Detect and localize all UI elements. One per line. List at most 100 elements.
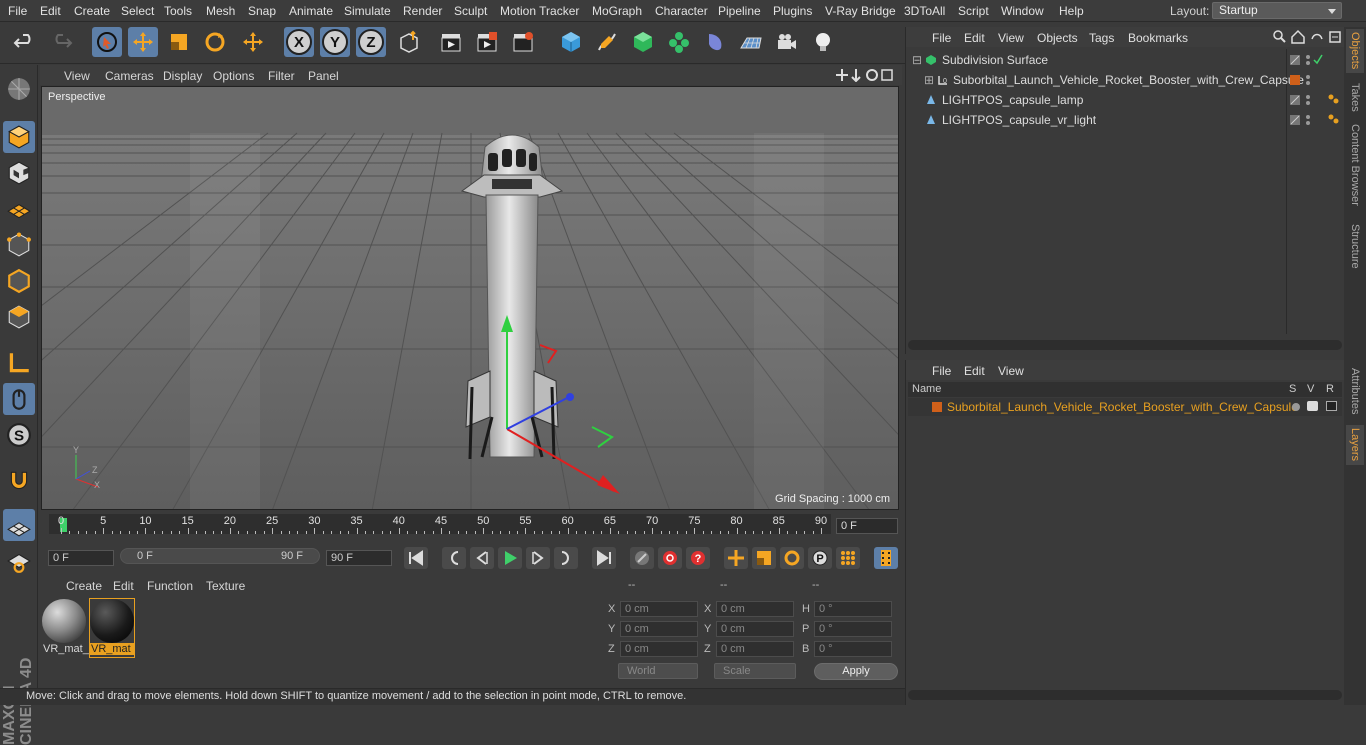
viewport-camera-label[interactable]: Perspective: [45, 90, 109, 104]
workplane-mode-button[interactable]: [3, 193, 35, 225]
rotation-h-field[interactable]: 0 °: [814, 601, 892, 617]
rotation-p-field[interactable]: 0 °: [814, 621, 892, 637]
key-pla-button[interactable]: [836, 547, 860, 569]
next-key-button[interactable]: [554, 547, 578, 569]
timeline-window-button[interactable]: [874, 547, 898, 569]
tab-content-browser[interactable]: Content Browser: [1346, 119, 1364, 211]
viewport-menu-view[interactable]: View: [64, 69, 90, 83]
menu-create[interactable]: Create: [74, 4, 110, 18]
redo-button[interactable]: [46, 27, 76, 57]
tab-structure[interactable]: Structure: [1346, 217, 1364, 275]
size-x-field[interactable]: 0 cm: [716, 601, 794, 617]
current-frame-field[interactable]: 0 F: [836, 518, 898, 534]
solo-mode-button[interactable]: S: [3, 419, 35, 451]
menu-mesh[interactable]: Mesh: [206, 4, 235, 18]
menu-vray-bridge[interactable]: V-Ray Bridge: [825, 4, 896, 18]
material-menu-texture[interactable]: Texture: [206, 579, 245, 593]
layer-render-header[interactable]: R: [1326, 382, 1334, 397]
y-axis-button[interactable]: Y: [320, 27, 350, 57]
objects-menu-file[interactable]: File: [932, 31, 951, 45]
material-swatch[interactable]: VR_mat_: [42, 599, 89, 657]
menu-mograph[interactable]: MoGraph: [592, 4, 642, 18]
tab-takes[interactable]: Takes: [1346, 79, 1364, 115]
key-position-button[interactable]: [724, 547, 748, 569]
recent-tools-button[interactable]: [238, 27, 268, 57]
add-mograph-cloner-button[interactable]: [664, 27, 694, 57]
z-axis-button[interactable]: Z: [356, 27, 386, 57]
viewport-menu-cameras[interactable]: Cameras: [105, 69, 154, 83]
apply-button[interactable]: Apply: [814, 663, 898, 680]
tab-attributes[interactable]: Attributes: [1346, 360, 1364, 422]
viewport-menu-panel[interactable]: Panel: [308, 69, 339, 83]
min-frame-field[interactable]: 0 F: [48, 550, 114, 566]
material-swatch-selected[interactable]: VR_mat: [89, 598, 135, 658]
material-menu-edit[interactable]: Edit: [113, 579, 134, 593]
layer-row[interactable]: Suborbital_Launch_Vehicle_Rocket_Booster…: [908, 398, 1342, 416]
record-keys-button[interactable]: [630, 547, 654, 569]
tab-objects[interactable]: Objects: [1346, 29, 1364, 73]
menu-snap[interactable]: Snap: [248, 4, 276, 18]
menu-script[interactable]: Script: [958, 4, 989, 18]
object-row-rocket[interactable]: ⊞ 0 Suborbital_Launch_Vehicle_Rocket_Boo…: [909, 71, 1304, 89]
layer-solo-header[interactable]: S: [1289, 382, 1296, 397]
object-row-capsule-vr-light[interactable]: LIGHTPOS_capsule_vr_light: [909, 111, 1287, 129]
keyframe-selection-button[interactable]: ?: [686, 547, 710, 569]
menu-select[interactable]: Select: [121, 4, 154, 18]
objects-menu-objects[interactable]: Objects: [1037, 31, 1078, 45]
previous-key-button[interactable]: [442, 547, 466, 569]
render-view-button[interactable]: [436, 27, 466, 57]
menu-animate[interactable]: Animate: [289, 4, 333, 18]
add-deformer-button[interactable]: [700, 27, 730, 57]
max-frame-field[interactable]: 90 F: [326, 550, 392, 566]
key-parameter-button[interactable]: P: [808, 547, 832, 569]
rotate-tool-button[interactable]: [200, 27, 230, 57]
layer-name-header[interactable]: Name: [912, 382, 941, 397]
viewport-menu-display[interactable]: Display: [163, 69, 202, 83]
menu-character[interactable]: Character: [655, 4, 708, 18]
add-cube-button[interactable]: [556, 27, 586, 57]
objects-menu-tags[interactable]: Tags: [1089, 31, 1114, 45]
add-floor-button[interactable]: [736, 27, 766, 57]
add-light-button[interactable]: [808, 27, 838, 57]
menu-file[interactable]: File: [8, 4, 27, 18]
layers-menu-view[interactable]: View: [998, 364, 1024, 378]
size-y-field[interactable]: 0 cm: [716, 621, 794, 637]
menu-edit[interactable]: Edit: [40, 4, 61, 18]
layer-solo-toggle[interactable]: [1292, 403, 1300, 411]
layer-eye-icon[interactable]: [1307, 401, 1318, 411]
viewport-menu-options[interactable]: Options: [213, 69, 254, 83]
menu-pipeline[interactable]: Pipeline: [718, 4, 761, 18]
layer-color-swatch[interactable]: [932, 402, 942, 412]
undo-button[interactable]: [10, 27, 40, 57]
menu-simulate[interactable]: Simulate: [344, 4, 391, 18]
objects-menu-view[interactable]: View: [998, 31, 1024, 45]
viewport-canvas[interactable]: Y Z X Perspective Grid Spacing : 1000 cm: [41, 86, 899, 510]
layer-visible-header[interactable]: V: [1307, 382, 1314, 397]
autokey-button[interactable]: [658, 547, 682, 569]
menu-render[interactable]: Render: [403, 4, 442, 18]
size-mode-dropdown[interactable]: Scale: [714, 663, 796, 679]
tab-layers[interactable]: Layers: [1346, 425, 1364, 465]
add-camera-button[interactable]: [772, 27, 802, 57]
objects-menu-bookmarks[interactable]: Bookmarks: [1128, 31, 1188, 45]
model-mode-button[interactable]: [3, 121, 35, 153]
rotation-b-field[interactable]: 0 °: [814, 641, 892, 657]
object-flags-column[interactable]: [1288, 51, 1344, 131]
layer-render-clapper-icon[interactable]: [1326, 401, 1337, 411]
layers-menu-file[interactable]: File: [932, 364, 951, 378]
position-y-field[interactable]: 0 cm: [620, 621, 698, 637]
layer-horizontal-scrollbar[interactable]: [908, 690, 1342, 700]
menu-3dtoall[interactable]: 3DToAll: [904, 4, 945, 18]
snap-toggle-button[interactable]: [3, 465, 35, 497]
coordinate-space-dropdown[interactable]: World: [618, 663, 698, 679]
tree-expand-icon[interactable]: ⊞: [924, 71, 934, 89]
key-scale-button[interactable]: [752, 547, 776, 569]
position-x-field[interactable]: 0 cm: [620, 601, 698, 617]
points-mode-button[interactable]: [3, 229, 35, 261]
menu-motion-tracker[interactable]: Motion Tracker: [500, 4, 579, 18]
viewport-navigation-icons[interactable]: [835, 68, 899, 82]
coordinate-system-button[interactable]: [394, 27, 424, 57]
objects-menu-edit[interactable]: Edit: [964, 31, 985, 45]
edges-mode-button[interactable]: [3, 265, 35, 297]
menu-plugins[interactable]: Plugins: [773, 4, 812, 18]
